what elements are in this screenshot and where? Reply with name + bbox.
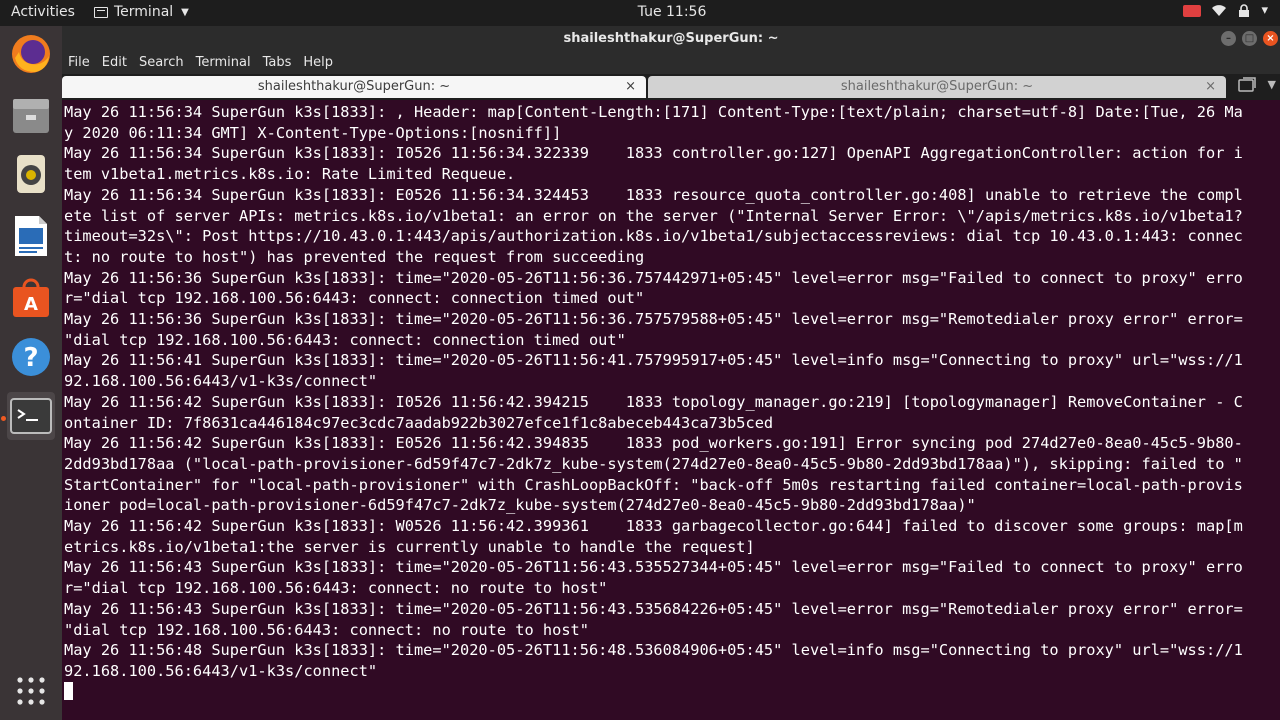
minimize-button[interactable]: – [1221,31,1236,46]
show-applications-button[interactable] [7,667,55,715]
menu-search[interactable]: Terminal [190,52,257,74]
prompt-line [64,681,1278,703]
terminal-line: StartContainer" for "local-path-provisio… [64,475,1243,494]
running-indicator [1,416,6,421]
tab-2-label: shaileshthakur@SuperGun: ~ [840,79,1034,94]
terminal-line: tem v1beta1.metrics.k8s.io: Rate Limited… [64,165,516,184]
menu-help[interactable] [339,52,351,74]
terminal-line: May 26 11:56:43 SuperGun k3s[1833]: time… [64,558,1243,577]
tab-bar: shaileshthakur@SuperGun: ~ × shaileshtha… [62,74,1280,100]
clock[interactable]: Tue 11:56 [0,4,1280,20]
rhythmbox-launcher[interactable] [7,150,55,198]
terminal-line: May 26 11:56:42 SuperGun k3s[1833]: I052… [64,392,1243,411]
terminal-line: May 26 11:56:48 SuperGun k3s[1833]: time… [64,641,1243,660]
terminal-line: y 2020 06:11:34 GMT] X-Content-Type-Opti… [64,123,562,142]
terminal-line: May 26 11:56:43 SuperGun k3s[1833]: time… [64,599,1243,618]
terminal-line: May 26 11:56:42 SuperGun k3s[1833]: W052… [64,517,1243,536]
terminal-line: May 26 11:56:36 SuperGun k3s[1833]: time… [64,268,1243,287]
terminal-line: r="dial tcp 192.168.100.56:6443: connect… [64,289,645,308]
menu-file[interactable]: File [62,52,96,74]
close-button[interactable]: × [1263,31,1278,46]
new-tab-icon[interactable] [1238,77,1256,93]
speaker-icon [17,155,45,193]
text-cursor [64,681,73,700]
terminal-icon [10,398,52,434]
window-title: shaileshthakur@SuperGun: ~ [563,31,779,46]
tab-2[interactable]: shaileshthakur@SuperGun: ~ × [648,76,1226,98]
files-launcher[interactable] [7,91,55,139]
help-icon: ? [12,338,50,376]
terminal-line: May 26 11:56:34 SuperGun k3s[1833]: , He… [64,103,1243,121]
terminal-line: 92.168.100.56:6443/v1-k3s/connect" [64,661,378,680]
menu-edit[interactable]: Edit [96,52,133,74]
terminal-line: "dial tcp 192.168.100.56:6443: connect: … [64,330,626,349]
menu-tabs[interactable]: Help [297,52,339,74]
maximize-button[interactable]: □ [1242,31,1257,46]
shopping-bag-icon: A [13,278,49,317]
terminal-line: timeout=32s\": Post https://10.43.0.1:44… [64,227,1243,246]
terminal-line: 92.168.100.56:6443/v1-k3s/connect" [64,372,378,391]
software-launcher[interactable]: A [7,274,55,322]
terminal-output[interactable]: May 26 11:56:34 SuperGun k3s[1833]: , He… [64,102,1278,720]
terminal-line: "dial tcp 192.168.100.56:6443: connect: … [64,620,589,639]
power-menu-icon[interactable]: ▾ [1261,3,1268,18]
title-bar[interactable]: shaileshthakur@SuperGun: ~ – □ × [62,26,1280,52]
tab-1[interactable]: shaileshthakur@SuperGun: ~ × [62,76,646,98]
terminal-window: shaileshthakur@SuperGun: ~ – □ × File Ed… [62,26,1280,720]
dock: A ? [0,26,62,720]
document-icon [15,216,47,256]
menu-terminal[interactable]: Tabs [257,52,298,74]
terminal-line: ete list of server APIs: metrics.k8s.io/… [64,206,1243,225]
files-icon [13,99,49,133]
scrollbar[interactable] [1276,102,1280,720]
terminal-line: t: no route to host") has prevented the … [64,247,645,266]
terminal-line: May 26 11:56:42 SuperGun k3s[1833]: E052… [64,434,1243,453]
terminal-line: r="dial tcp 192.168.100.56:6443: connect… [64,579,608,598]
system-tray[interactable]: ▾ [1183,3,1280,18]
help-launcher[interactable]: ? [7,333,55,381]
tab-2-close-icon[interactable]: × [1205,79,1216,94]
firefox-launcher[interactable] [7,30,55,78]
menu-view[interactable]: Search [133,52,190,74]
menu-bar: File Edit Search Terminal Tabs Help [62,52,1280,74]
terminal-line: May 26 11:56:34 SuperGun k3s[1833]: I052… [64,144,1243,163]
terminal-line: May 26 11:56:36 SuperGun k3s[1833]: time… [64,310,1243,329]
terminal-line: ontainer ID: 7f8631ca446184c97ec3cdc7aad… [64,413,774,432]
tab-1-close-icon[interactable]: × [625,79,636,94]
firefox-icon [12,35,50,73]
svg-text:?: ? [23,343,38,373]
terminal-launcher[interactable] [7,392,55,440]
tab-1-label: shaileshthakur@SuperGun: ~ [257,79,451,94]
svg-text:A: A [24,294,38,315]
grid-icon [17,677,45,705]
top-bar: Activities Terminal ▼ Tue 11:56 ▾ [0,0,1280,26]
terminal-line: 2dd93bd178aa ("local-path-provisioner-6d… [64,454,1243,473]
terminal-line: ioner pod=local-path-provisioner-6d59f47… [64,496,976,515]
chevron-down-icon[interactable]: ▼ [1268,78,1276,91]
terminal-line: etrics.k8s.io/v1beta1:the server is curr… [64,537,755,556]
terminal-line: May 26 11:56:41 SuperGun k3s[1833]: time… [64,351,1243,370]
terminal-line: May 26 11:56:34 SuperGun k3s[1833]: E052… [64,185,1243,204]
writer-launcher[interactable] [7,212,55,260]
wifi-icon[interactable] [1211,4,1227,17]
screen-recording-icon[interactable] [1183,4,1202,17]
lock-icon[interactable] [1237,3,1251,18]
